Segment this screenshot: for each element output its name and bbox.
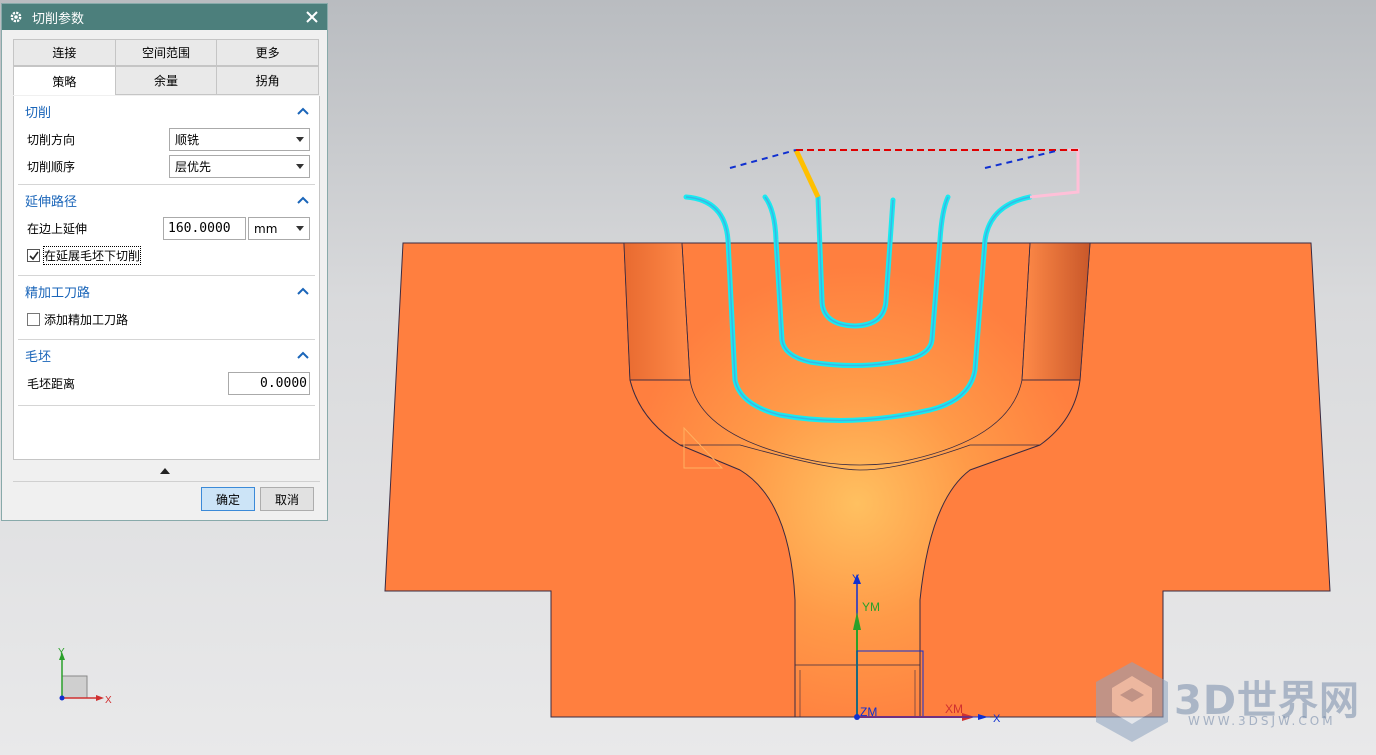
svg-text:X: X	[993, 713, 1001, 725]
tab-corners[interactable]: 拐角	[216, 66, 320, 95]
tab-more[interactable]: 更多	[216, 39, 320, 66]
cut-direction-value: 顺铣	[175, 133, 200, 147]
watermark-url: WWW.3DSJW.COM	[1188, 714, 1336, 728]
group-cut: 切削 切削方向 顺铣 切削顺序 层优先	[18, 96, 315, 185]
pocket-wall-left	[623, 242, 691, 381]
tab-containment[interactable]: 空间范围	[114, 39, 218, 66]
watermark: 3D世界网 WWW.3DSJW.COM	[1092, 660, 1362, 745]
svg-text:Y: Y	[58, 647, 65, 658]
chevron-up-icon[interactable]	[297, 196, 309, 204]
group-cut-header[interactable]: 切削	[18, 96, 315, 126]
dropdown-arrow-icon	[296, 137, 304, 142]
extend-on-edge-label: 在边上延伸	[27, 222, 88, 236]
group-finish-header[interactable]: 精加工刀路	[18, 276, 315, 306]
svg-text:ZM: ZM	[860, 705, 877, 719]
cut-order-select[interactable]: 层优先	[169, 155, 310, 178]
extend-on-edge-input[interactable]: 160.0000	[163, 217, 246, 240]
cutting-parameters-dialog: 切削参数 连接 空间范围 更多 策略 余量 拐角 切削 切削方向 顺铣 切削顺序…	[1, 3, 328, 521]
strategy-panel: 切削 切削方向 顺铣 切削顺序 层优先 延伸路径 在边上延伸 160.0000 …	[13, 96, 320, 460]
group-finish-pass: 精加工刀路 添加精加工刀路	[18, 276, 315, 340]
group-extend-title: 延伸路径	[25, 194, 78, 210]
svg-text:XM: XM	[945, 702, 963, 716]
group-blank-title: 毛坯	[25, 349, 52, 365]
group-cut-title: 切削	[25, 105, 52, 121]
dialog-titlebar[interactable]: 切削参数	[2, 4, 327, 30]
chevron-up-icon[interactable]	[297, 107, 309, 115]
cancel-button[interactable]: 取消	[260, 487, 314, 511]
group-extend-header[interactable]: 延伸路径	[18, 185, 315, 215]
tab-stock[interactable]: 余量	[114, 66, 218, 95]
extend-unit-select[interactable]: mm	[248, 217, 310, 240]
group-extend-path: 延伸路径 在边上延伸 160.0000 mm 在延展毛坯下切削	[18, 185, 315, 276]
svg-text:X: X	[105, 695, 112, 706]
tab-strip: 连接 空间范围 更多 策略 余量 拐角	[13, 39, 320, 95]
tab-strategy[interactable]: 策略	[13, 66, 116, 95]
view-triad: Y X	[58, 647, 112, 706]
toolpath-retract	[1029, 148, 1080, 199]
dropdown-arrow-icon	[296, 164, 304, 169]
cut-under-blank-label[interactable]: 在延展毛坯下切削	[42, 246, 142, 265]
cut-order-value: 层优先	[175, 160, 212, 174]
cut-order-label: 切削顺序	[27, 160, 76, 174]
chevron-up-icon[interactable]	[297, 287, 309, 295]
dialog-title: 切削参数	[32, 11, 85, 27]
group-blank-header[interactable]: 毛坯	[18, 340, 315, 370]
cut-direction-select[interactable]: 顺铣	[169, 128, 310, 151]
add-finish-pass-label[interactable]: 添加精加工刀路	[44, 311, 128, 328]
blank-distance-input[interactable]: 0.0000	[228, 372, 310, 395]
svg-text:Y: Y	[852, 573, 860, 585]
dropdown-arrow-icon	[296, 226, 304, 231]
add-finish-pass-checkbox[interactable]	[27, 313, 40, 326]
collapse-arrow-icon[interactable]	[160, 468, 170, 474]
tab-connect[interactable]: 连接	[13, 39, 116, 66]
cut-direction-label: 切削方向	[27, 133, 76, 147]
close-icon[interactable]	[303, 8, 321, 26]
ok-button[interactable]: 确定	[201, 487, 255, 511]
group-blank: 毛坯 毛坯距离 0.0000	[18, 340, 315, 406]
toolpath-engage	[793, 148, 821, 199]
gear-icon	[8, 9, 24, 25]
group-finish-title: 精加工刀路	[25, 285, 91, 301]
extend-unit-value: mm	[254, 221, 278, 236]
divider	[13, 481, 320, 482]
chevron-up-icon[interactable]	[297, 351, 309, 359]
blank-distance-label: 毛坯距离	[27, 377, 76, 391]
pocket-wall-right	[1021, 242, 1091, 381]
svg-text:YM: YM	[862, 600, 880, 614]
checkmark-icon	[28, 251, 39, 260]
cut-under-blank-checkbox[interactable]	[27, 249, 40, 262]
